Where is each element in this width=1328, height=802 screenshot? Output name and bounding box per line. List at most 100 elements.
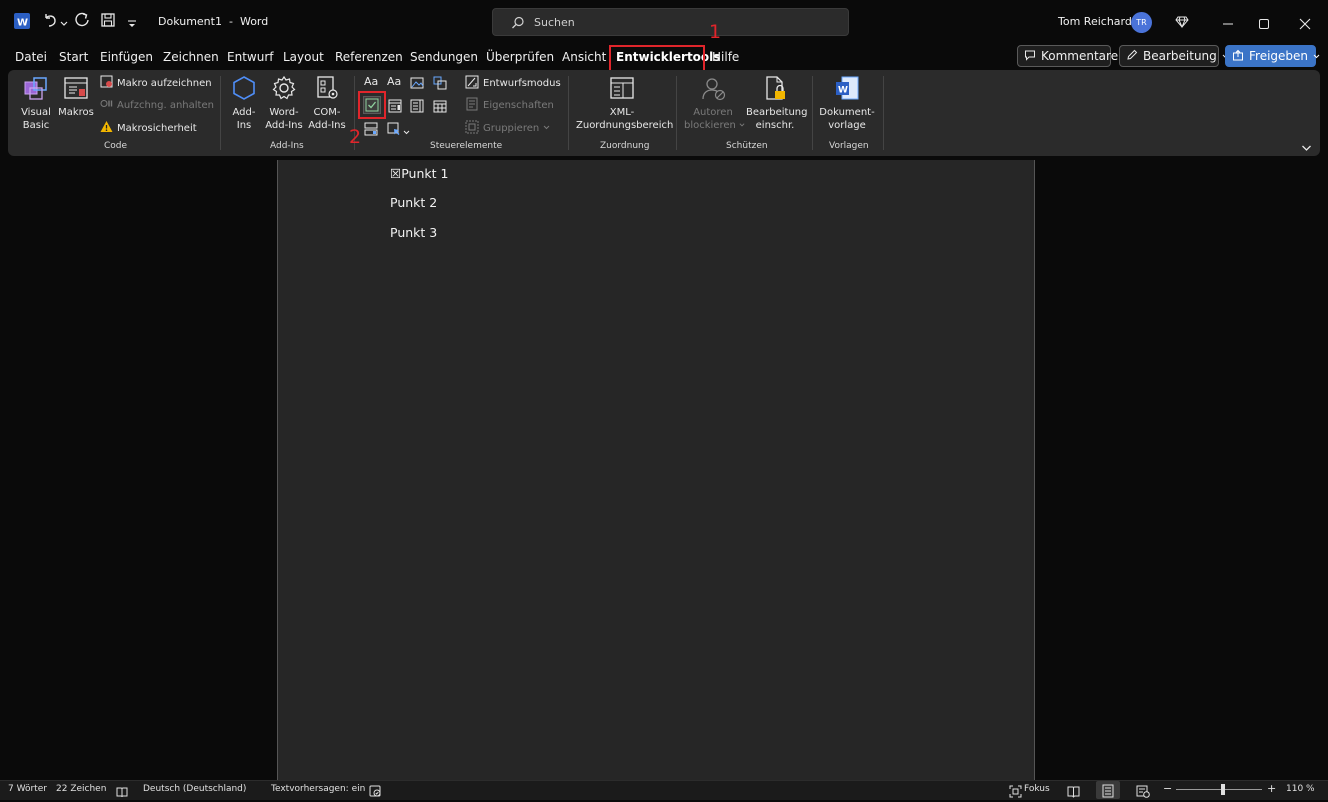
block-authors-button[interactable]: Autoren blockieren bbox=[684, 74, 745, 132]
legacy-tools-icon bbox=[387, 121, 401, 140]
tab-layout[interactable]: Layout bbox=[283, 50, 324, 68]
macros-button[interactable]: Makros bbox=[57, 74, 95, 119]
collapse-ribbon-chevron-icon[interactable] bbox=[1301, 138, 1312, 157]
group-label-protect: Schützen bbox=[726, 141, 768, 151]
repeating-section-icon bbox=[364, 121, 378, 140]
document-line-1[interactable]: ☒Punkt 1 bbox=[390, 166, 448, 181]
premium-diamond-icon[interactable] bbox=[1175, 14, 1189, 33]
undo-dropdown-chevron-icon[interactable] bbox=[60, 14, 68, 33]
minimize-icon[interactable] bbox=[1222, 15, 1234, 34]
proofing-book-icon[interactable] bbox=[116, 783, 128, 802]
svg-text:W: W bbox=[838, 86, 848, 96]
redo-icon[interactable] bbox=[74, 12, 90, 32]
share-label: Freigeben bbox=[1249, 49, 1309, 63]
visual-basic-button[interactable]: Visual Basic bbox=[18, 74, 54, 132]
macros-label: Makros bbox=[58, 107, 94, 118]
restrict-editing-button[interactable]: Bearbeitung einschr. bbox=[746, 74, 807, 132]
text-predictions-status[interactable]: Textvorhersagen: ein bbox=[271, 784, 365, 794]
repeating-section-control-button[interactable] bbox=[364, 121, 378, 140]
group-label-templates: Vorlagen bbox=[829, 141, 869, 151]
legacy-tools-button[interactable] bbox=[387, 121, 410, 140]
document-line-2[interactable]: Punkt 2 bbox=[390, 195, 437, 210]
print-layout-button[interactable] bbox=[1096, 781, 1120, 799]
customize-quick-access-icon[interactable] bbox=[127, 14, 137, 33]
maximize-icon[interactable] bbox=[1258, 15, 1270, 34]
tab-hilfe[interactable]: Hilfe bbox=[712, 50, 739, 68]
word-count[interactable]: 7 Wörter bbox=[8, 784, 47, 794]
zoom-out-button[interactable]: − bbox=[1163, 782, 1172, 795]
tab-referenzen[interactable]: Referenzen bbox=[335, 50, 403, 68]
search-icon bbox=[511, 15, 525, 34]
visual-basic-label-line2: Basic bbox=[22, 120, 50, 131]
properties-button[interactable]: Eigenschaften bbox=[465, 96, 554, 114]
document-page[interactable] bbox=[277, 160, 1035, 780]
macro-security-button[interactable]: Makrosicherheit bbox=[100, 119, 197, 137]
focus-label[interactable]: Fokus bbox=[1024, 784, 1050, 794]
close-icon[interactable] bbox=[1299, 15, 1311, 34]
xml-mapping-icon bbox=[608, 74, 668, 106]
picture-control-button[interactable] bbox=[410, 75, 424, 94]
pencil-icon bbox=[1126, 49, 1138, 64]
record-macro-icon bbox=[100, 75, 113, 91]
undo-icon[interactable] bbox=[42, 12, 58, 32]
tab-datei[interactable]: Datei bbox=[15, 50, 47, 68]
design-mode-icon bbox=[465, 75, 479, 92]
word-addins-label-line2: Add-Ins bbox=[265, 120, 303, 131]
properties-label: Eigenschaften bbox=[483, 99, 554, 111]
tab-zeichnen[interactable]: Zeichnen bbox=[163, 50, 219, 68]
tab-start[interactable]: Start bbox=[59, 50, 88, 68]
building-block-control-button[interactable] bbox=[433, 75, 447, 94]
language-indicator[interactable]: Deutsch (Deutschland) bbox=[143, 784, 246, 794]
doc-name: Dokument1 bbox=[158, 15, 222, 28]
editing-mode-button[interactable]: Bearbeitung bbox=[1119, 45, 1229, 67]
zoom-level[interactable]: 110 % bbox=[1286, 784, 1315, 794]
group-button[interactable]: Gruppieren bbox=[465, 119, 550, 137]
tab-ansicht[interactable]: Ansicht bbox=[562, 50, 606, 68]
block-authors-label-line2: blockieren bbox=[684, 119, 745, 132]
read-mode-icon[interactable] bbox=[1067, 783, 1080, 802]
document-line-3[interactable]: Punkt 3 bbox=[390, 225, 437, 240]
group-label-mapping: Zuordnung bbox=[600, 141, 650, 151]
web-layout-icon[interactable] bbox=[1136, 783, 1150, 802]
plain-text-control-button[interactable]: Aa bbox=[387, 75, 401, 88]
xml-mapping-pane-button[interactable]: XML- Zuordnungsbereich bbox=[576, 74, 673, 132]
com-addins-button[interactable]: COM- Add-Ins bbox=[307, 74, 347, 132]
ribbon-separator bbox=[883, 76, 884, 150]
addins-button[interactable]: Add- Ins bbox=[229, 74, 259, 132]
pause-recording-button[interactable]: Aufzchng. anhalten bbox=[100, 96, 214, 114]
checkbox-content-control-button[interactable] bbox=[363, 96, 381, 114]
addins-label-line1: Add- bbox=[232, 107, 256, 118]
tab-einfuegen[interactable]: Einfügen bbox=[100, 50, 153, 68]
checkbox-content-control[interactable]: ☒ bbox=[390, 166, 401, 181]
tab-ueberpruefen[interactable]: Überprüfen bbox=[486, 50, 554, 68]
com-addins-label-line1: COM- bbox=[313, 107, 341, 118]
group-label-code: Code bbox=[104, 141, 128, 151]
word-addins-button[interactable]: Word- Add-Ins bbox=[264, 74, 304, 132]
avatar[interactable]: TR bbox=[1131, 12, 1152, 33]
search-box[interactable]: Suchen bbox=[492, 8, 849, 36]
focus-mode-icon[interactable] bbox=[1009, 783, 1022, 802]
com-addins-label-line2: Add-Ins bbox=[308, 120, 346, 131]
macros-icon bbox=[62, 74, 95, 106]
zoom-slider-thumb[interactable] bbox=[1221, 784, 1226, 795]
tab-entwurf[interactable]: Entwurf bbox=[227, 50, 273, 68]
zoom-in-button[interactable]: + bbox=[1267, 782, 1276, 795]
date-picker-control-button[interactable] bbox=[433, 98, 447, 117]
save-icon[interactable] bbox=[100, 12, 116, 32]
tab-sendungen[interactable]: Sendungen bbox=[410, 50, 478, 68]
annotation-number-2: 2 bbox=[349, 126, 362, 148]
document-template-button[interactable]: W Dokument- vorlage bbox=[818, 74, 876, 132]
block-authors-label-text: blockieren bbox=[684, 120, 736, 131]
dropdown-list-control-button[interactable] bbox=[410, 98, 424, 117]
warning-icon bbox=[100, 120, 113, 136]
combo-box-control-button[interactable] bbox=[388, 98, 402, 117]
design-mode-button[interactable]: Entwurfsmodus bbox=[465, 74, 561, 92]
share-button[interactable]: Freigeben bbox=[1225, 45, 1320, 67]
rich-text-control-button[interactable]: Aa bbox=[364, 75, 378, 88]
comment-icon bbox=[1024, 49, 1036, 64]
accessibility-icon[interactable] bbox=[369, 783, 382, 802]
zoom-slider-track[interactable] bbox=[1176, 789, 1262, 790]
record-macro-button[interactable]: Makro aufzeichnen bbox=[100, 74, 212, 92]
comments-button[interactable]: Kommentare bbox=[1017, 45, 1118, 67]
character-count[interactable]: 22 Zeichen bbox=[56, 784, 106, 794]
